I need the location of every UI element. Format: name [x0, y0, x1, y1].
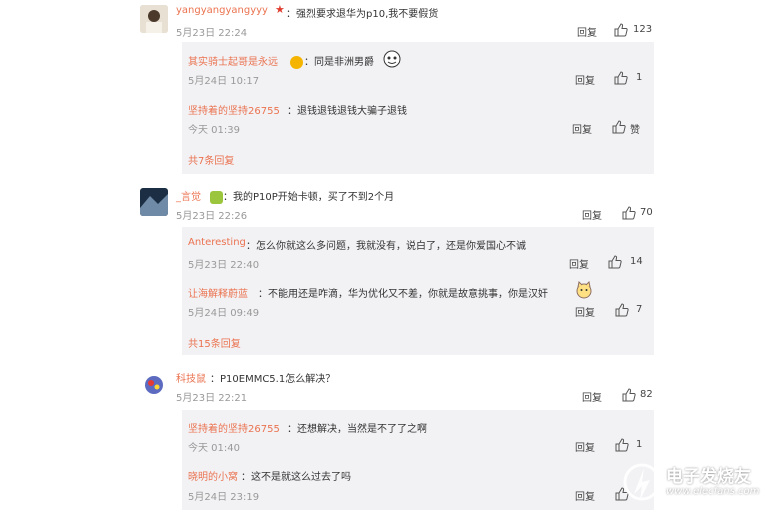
- thumbs-up-icon[interactable]: [614, 70, 628, 89]
- reply-time: 5月24日 09:49: [188, 308, 260, 319]
- comment-time: 5月23日 22:24: [176, 28, 248, 39]
- reply-time: 5月24日 10:17: [188, 76, 260, 87]
- thumbs-up-icon[interactable]: [614, 22, 628, 41]
- reply-button[interactable]: 回复: [569, 256, 589, 271]
- watermark-text: 电子发烧友: [666, 467, 751, 487]
- reply-text: ：怎么你就这么多问题，我就没有，说白了，还是你爱国心不诚: [246, 241, 526, 252]
- like-count: 14: [630, 256, 643, 267]
- reply-time: 5月23日 22:40: [188, 260, 260, 271]
- reply-button[interactable]: 回复: [575, 488, 595, 503]
- thumbs-up-icon[interactable]: [615, 437, 629, 456]
- comment-text: ：P10EMMC5.1怎么解决？: [210, 374, 336, 385]
- thumbs-up-icon[interactable]: [615, 302, 629, 321]
- reply-text: ：不能用还是咋滴，华为优化又不差，你就是故意挑事，你是汉奸: [258, 289, 548, 300]
- reply-username[interactable]: 坚持着的坚持26755: [188, 420, 280, 435]
- reply-username[interactable]: 晓明的小窝: [188, 468, 238, 483]
- reply-username[interactable]: 让海解释蔚蓝: [188, 285, 248, 300]
- like-count: 1: [636, 72, 643, 83]
- reply-text: ：同是非洲男爵: [304, 57, 374, 68]
- comment-time: 5月23日 22:26: [176, 211, 248, 222]
- reply-username[interactable]: 坚持着的坚持26755: [188, 102, 280, 117]
- like-count: 7: [636, 304, 643, 315]
- reply-time: 今天 01:40: [188, 443, 240, 454]
- thumbs-up-icon[interactable]: [612, 119, 626, 138]
- like-count: 123: [633, 24, 653, 35]
- more-replies-link[interactable]: 共7条回复: [188, 152, 234, 167]
- watermark-logo: 电子发烧友 www.elecfans.com: [622, 458, 768, 506]
- emoji-icon: [290, 52, 303, 71]
- like-count: 82: [640, 389, 653, 400]
- reply-text: ：退钱退钱退钱大骗子退钱: [287, 106, 407, 117]
- sticker-icon: [383, 50, 401, 72]
- thumbs-up-icon[interactable]: [622, 387, 636, 406]
- reply-button[interactable]: 回复: [575, 72, 595, 87]
- like-count: 赞: [630, 125, 640, 136]
- thumbs-up-icon[interactable]: [622, 205, 636, 224]
- emoji-icon: [210, 187, 223, 206]
- reply-username[interactable]: Anteresting: [188, 237, 246, 248]
- comment-text: ：强烈要求退华为p10,我不要假货: [286, 9, 439, 20]
- avatar[interactable]: [140, 188, 168, 216]
- cat-sticker-icon: [575, 280, 593, 303]
- reply-button[interactable]: 回复: [572, 121, 592, 136]
- reply-button[interactable]: 回复: [577, 24, 597, 39]
- comment-username[interactable]: yangyangyangyyy: [176, 5, 268, 16]
- comment-username[interactable]: _言觉: [176, 188, 201, 203]
- more-replies-link[interactable]: 共15条回复: [188, 335, 241, 350]
- avatar[interactable]: [140, 370, 168, 398]
- star-icon: ★: [275, 3, 285, 16]
- reply-text: ：这不是就这么过去了吗: [241, 472, 351, 483]
- reply-username[interactable]: 其实骑士起哥是永远: [188, 53, 278, 68]
- reply-button[interactable]: 回复: [575, 304, 595, 319]
- reply-button[interactable]: 回复: [575, 439, 595, 454]
- thumbs-up-icon[interactable]: [608, 254, 622, 273]
- reply-time: 5月24日 23:19: [188, 492, 260, 503]
- watermark-url: www.elecfans.com: [666, 486, 760, 497]
- comment-username[interactable]: 科技鼠: [176, 370, 206, 385]
- avatar[interactable]: [140, 5, 168, 33]
- comment-time: 5月23日 22:21: [176, 393, 248, 404]
- comment-text: ：我的P10P开始卡顿，买了不到2个月: [223, 192, 395, 203]
- reply-text: ：还想解决，当然是不了了之啊: [287, 424, 427, 435]
- reply-button[interactable]: 回复: [582, 207, 602, 222]
- reply-time: 今天 01:39: [188, 125, 240, 136]
- reply-button[interactable]: 回复: [582, 389, 602, 404]
- like-count: 1: [636, 439, 643, 450]
- like-count: 70: [640, 207, 653, 218]
